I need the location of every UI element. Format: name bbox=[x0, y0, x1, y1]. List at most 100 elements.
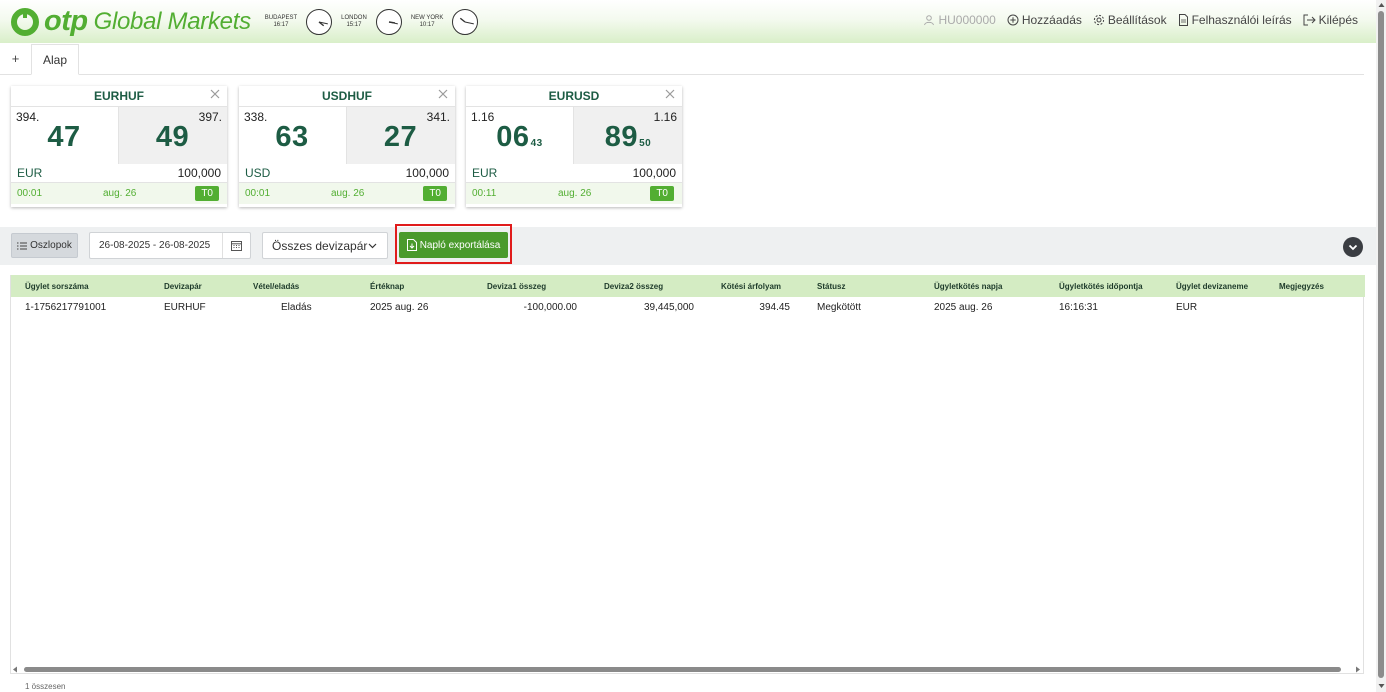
cell-trade-date: 2025 aug. 26 bbox=[934, 302, 993, 313]
tab-alap[interactable]: Alap bbox=[31, 44, 80, 75]
header-nav: HU000000 Hozzáadás Beállítások Felhaszná… bbox=[912, 13, 1358, 27]
user-icon bbox=[924, 15, 935, 26]
cell-status: Megkötött bbox=[817, 302, 861, 313]
price-tile-usdhuf: USDHUF 338. 63 341. 27 USD 100,000 00:01… bbox=[239, 86, 455, 207]
column-header[interactable]: Ügyletkötés időpontja bbox=[1059, 282, 1143, 291]
add-label: Hozzáadás bbox=[1021, 13, 1082, 27]
horizontal-scroll-thumb[interactable] bbox=[24, 667, 1341, 672]
column-header[interactable]: Ügyletkötés napja bbox=[934, 282, 1002, 291]
column-header[interactable]: Értéknap bbox=[370, 282, 404, 291]
collapse-button[interactable] bbox=[1343, 237, 1363, 257]
tile-tenor-button[interactable]: T0 bbox=[650, 186, 674, 201]
price-tile-eurhuf: EURHUF 394. 47 397. 49 EUR 100,000 00:01… bbox=[11, 86, 227, 207]
settings-label: Beállítások bbox=[1107, 13, 1167, 27]
tile-currency-toggle[interactable]: EUR bbox=[17, 166, 42, 180]
add-tab-button[interactable]: + bbox=[0, 43, 31, 74]
clock-icon bbox=[375, 8, 402, 35]
tile-value-date: aug. 26 bbox=[558, 188, 592, 199]
close-icon[interactable] bbox=[437, 88, 449, 100]
logout-button[interactable]: Kilépés bbox=[1303, 13, 1358, 27]
file-export-icon bbox=[406, 239, 417, 251]
workspace-tabs: + Alap bbox=[0, 43, 1364, 75]
date-range-input[interactable] bbox=[90, 240, 218, 251]
sell-price-big: 47 bbox=[47, 121, 81, 153]
date-range-picker bbox=[89, 232, 251, 259]
logo-otp-text: otp bbox=[44, 5, 88, 37]
sell-price-button[interactable]: 1.16 0643 bbox=[466, 107, 574, 164]
gear-icon bbox=[1093, 14, 1104, 26]
add-button[interactable]: Hozzáadás bbox=[1007, 13, 1082, 27]
tile-tenor-button[interactable]: T0 bbox=[423, 186, 447, 201]
plus-circle-icon bbox=[1007, 14, 1019, 26]
app-header: otp Global Markets BUDAPEST 16:17 LONDON… bbox=[0, 0, 1376, 43]
sell-price-big: 63 bbox=[275, 121, 309, 153]
clock-city: BUDAPEST bbox=[264, 14, 298, 21]
tile-currency-toggle[interactable]: EUR bbox=[472, 166, 497, 180]
user-manual-label: Felhasználói leírás bbox=[1191, 13, 1292, 27]
column-header[interactable]: Vétel/eladás bbox=[253, 282, 299, 291]
clock-time: 16:17 bbox=[273, 21, 289, 28]
otp-logo-icon bbox=[11, 7, 39, 36]
buy-price-big: 27 bbox=[383, 121, 418, 153]
column-header[interactable]: Ügylet devizaneme bbox=[1176, 282, 1248, 291]
cell-trade-currency: EUR bbox=[1176, 302, 1198, 313]
tile-currency-toggle[interactable]: USD bbox=[245, 166, 270, 180]
tile-amount-input[interactable]: 100,000 bbox=[406, 166, 449, 180]
buy-price-button[interactable]: 341. 27 bbox=[347, 107, 455, 164]
vertical-scrollbar[interactable] bbox=[1376, 0, 1386, 692]
tile-value-date: aug. 26 bbox=[103, 188, 137, 199]
tile-timer: 00:11 bbox=[472, 188, 497, 199]
trade-log-grid: Ügylet sorszáma Devizapár Vétel/eladás É… bbox=[10, 275, 1365, 674]
calendar-icon bbox=[231, 241, 242, 251]
buy-price-button[interactable]: 1.16 8950 bbox=[574, 107, 682, 164]
close-icon[interactable] bbox=[209, 88, 221, 100]
column-header[interactable]: Deviza1 összeg bbox=[487, 282, 546, 291]
column-header[interactable]: Devizapár bbox=[164, 282, 202, 291]
tile-timer: 00:01 bbox=[17, 188, 43, 199]
scroll-right-icon[interactable] bbox=[1355, 666, 1361, 673]
column-header[interactable]: Státusz bbox=[817, 282, 845, 291]
chevron-down-icon bbox=[1348, 244, 1358, 250]
currency-pair-selected: Összes devizapár bbox=[272, 238, 368, 253]
buy-price-big: 89 bbox=[604, 121, 639, 153]
tile-pair-name: USDHUF bbox=[322, 89, 372, 103]
buy-price-button[interactable]: 397. 49 bbox=[119, 107, 227, 164]
column-header[interactable]: Ügylet sorszáma bbox=[25, 282, 89, 291]
settings-button[interactable]: Beállítások bbox=[1093, 13, 1167, 27]
tile-tenor-button[interactable]: T0 bbox=[195, 186, 219, 201]
scroll-down-icon[interactable] bbox=[1378, 683, 1385, 689]
user-account-link[interactable]: HU000000 bbox=[923, 13, 996, 27]
cell-trade-id: 1-1756217791001 bbox=[25, 302, 107, 313]
list-icon bbox=[17, 242, 28, 249]
column-header[interactable]: Kötési árfolyam bbox=[721, 282, 781, 291]
close-icon[interactable] bbox=[664, 88, 676, 100]
logout-icon bbox=[1303, 14, 1316, 26]
world-clocks: BUDAPEST 16:17 LONDON 15:17 NEW YORK 10:… bbox=[265, 8, 488, 36]
tile-amount-input[interactable]: 100,000 bbox=[178, 166, 221, 180]
cell-amount1: -100,000.00 bbox=[523, 302, 577, 313]
sell-price-pip: 43 bbox=[530, 138, 543, 149]
columns-button[interactable]: Oszlopok bbox=[11, 233, 78, 258]
cell-side: Eladás bbox=[281, 302, 312, 313]
tile-amount-input[interactable]: 100,000 bbox=[633, 166, 676, 180]
otp-logo[interactable]: otp Global Markets bbox=[10, 0, 251, 43]
user-manual-link[interactable]: Felhasználói leírás bbox=[1178, 13, 1292, 27]
horizontal-scrollbar[interactable] bbox=[10, 664, 1364, 674]
export-log-button[interactable]: Napló exportálása bbox=[399, 232, 508, 258]
calendar-button[interactable] bbox=[222, 233, 250, 258]
buy-price-pip: 50 bbox=[639, 138, 652, 149]
column-header[interactable]: Deviza2 összeg bbox=[604, 282, 663, 291]
sell-price-button[interactable]: 338. 63 bbox=[239, 107, 347, 164]
column-header[interactable]: Megjegyzés bbox=[1279, 282, 1324, 291]
scroll-up-icon[interactable] bbox=[1378, 2, 1385, 8]
logo-global-markets-text: Global Markets bbox=[93, 7, 252, 35]
table-row[interactable]: 1-1756217791001 EURHUF Eladás 2025 aug. … bbox=[11, 297, 1365, 317]
scroll-left-icon[interactable] bbox=[12, 666, 18, 673]
currency-pair-select[interactable]: Összes devizapár bbox=[262, 232, 388, 259]
columns-label: Oszlopok bbox=[30, 240, 72, 251]
sell-price-button[interactable]: 394. 47 bbox=[11, 107, 119, 164]
export-label: Napló exportálása bbox=[419, 239, 501, 251]
blotter-toolbar: Oszlopok Összes devizapár bbox=[0, 227, 1376, 265]
vertical-scroll-thumb[interactable] bbox=[1378, 11, 1384, 678]
tile-pair-name: EURHUF bbox=[94, 89, 144, 103]
